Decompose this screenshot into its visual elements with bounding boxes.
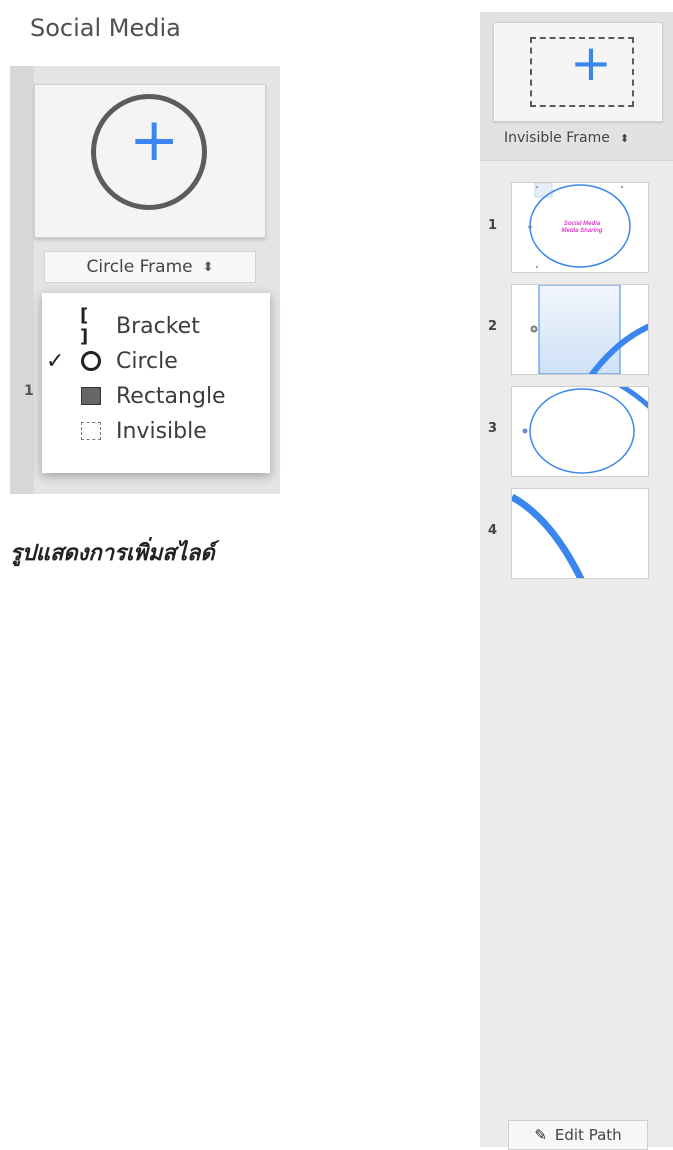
dropdown-item-circle[interactable]: ✓ Circle — [42, 344, 270, 378]
slide-4-preview — [512, 493, 585, 578]
slide-thumbnail-4[interactable] — [511, 488, 649, 579]
select-arrows-icon: ⬍ — [202, 259, 214, 275]
figure-caption: รูปแสดงการเพิ่มสไลด์ — [10, 541, 215, 566]
slide-thumbnail-1[interactable]: Social Media Media Sharing — [511, 182, 649, 273]
frame-type-dropdown: [ ] Bracket ✓ Circle Rectangle Invisible — [42, 293, 270, 473]
slide-number: 3 — [488, 421, 498, 436]
add-circle-frame-button[interactable]: + — [34, 84, 266, 238]
add-invisible-frame-button[interactable]: + — [493, 22, 663, 122]
check-icon: ✓ — [46, 348, 65, 374]
select-arrows-icon: ⬍ — [619, 131, 630, 145]
slide-2-preview — [530, 285, 648, 374]
edit-path-label: Edit Path — [554, 1126, 622, 1144]
slide-1-text-line1: Social Media — [564, 221, 601, 227]
presentation-title: Social Media — [30, 14, 181, 42]
frame-type-value: Invisible Frame — [504, 130, 610, 146]
invisible-icon — [80, 420, 102, 442]
circle-icon — [80, 350, 102, 372]
plus-icon: + — [570, 34, 612, 92]
slides-sidebar: + Invisible Frame ⬍ 1 Social Media Media… — [480, 12, 673, 1150]
slide-number-strip — [10, 66, 34, 494]
slide-number: 2 — [488, 319, 498, 334]
dropdown-item-bracket[interactable]: [ ] Bracket — [42, 305, 270, 347]
edit-path-button[interactable]: ✎ Edit Path — [508, 1120, 648, 1150]
slide-thumbnail-3[interactable] — [511, 386, 649, 477]
slide-1-text-line2: Media Sharing — [561, 228, 602, 234]
rectangle-icon — [80, 385, 102, 407]
dropdown-item-label: Bracket — [116, 313, 200, 339]
slide-number: 4 — [488, 523, 498, 538]
dropdown-item-label: Invisible — [116, 418, 207, 444]
frame-type-select[interactable]: Circle Frame ⬍ — [44, 251, 256, 283]
frame-type-value: Circle Frame — [86, 257, 193, 277]
slide-thumbnail-2[interactable] — [511, 284, 649, 375]
dropdown-item-label: Circle — [116, 348, 178, 374]
dropdown-item-invisible[interactable]: Invisible — [42, 414, 270, 448]
dropdown-item-label: Rectangle — [116, 383, 226, 409]
sidebar-header: + Invisible Frame ⬍ — [480, 12, 673, 161]
bracket-icon: [ ] — [80, 305, 90, 347]
slide-number: 1 — [488, 218, 498, 233]
slide-1-preview: Social Media Media Sharing — [528, 183, 631, 269]
pencil-icon: ✎ — [534, 1126, 547, 1144]
plus-icon: + — [129, 105, 180, 175]
slide-number: 1 — [24, 383, 34, 399]
slide-3-preview — [522, 387, 648, 474]
frame-type-select[interactable]: Invisible Frame ⬍ — [504, 130, 629, 146]
dropdown-item-rectangle[interactable]: Rectangle — [42, 379, 270, 413]
